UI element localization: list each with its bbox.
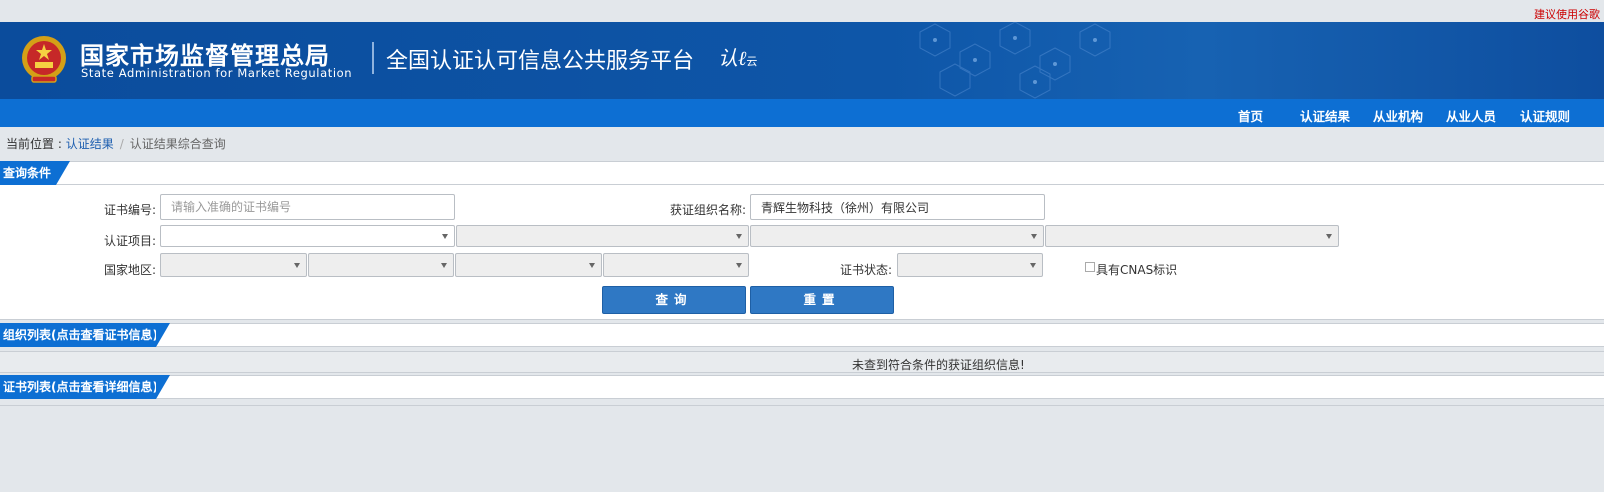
nav-item-cert-results[interactable]: 认证结果 (1300, 106, 1350, 125)
cert-no-label: 证书编号: (104, 203, 157, 217)
chevron-down-icon (294, 263, 300, 268)
region-label: 国家地区: (104, 263, 157, 277)
region-select-4[interactable] (603, 253, 749, 277)
chevron-down-icon (1031, 234, 1037, 239)
nav-item-personnel[interactable]: 从业人员 (1446, 106, 1496, 125)
region-select-1[interactable] (160, 253, 307, 277)
cnas-label: 具有CNAS标识 (1096, 263, 1178, 277)
cert-project-select-2[interactable] (456, 225, 749, 247)
chevron-down-icon (1030, 263, 1036, 268)
org-list-empty: 未查到符合条件的获证组织信息! (0, 351, 1604, 373)
cert-status-select[interactable] (897, 253, 1043, 277)
cert-list-title: 证书列表(点击查看详细信息) (0, 375, 170, 399)
cnas-checkbox[interactable] (1085, 262, 1095, 272)
header-divider (372, 42, 374, 74)
chevron-down-icon (736, 234, 742, 239)
breadcrumb-prefix: 当前位置 : (6, 137, 66, 151)
cert-status-label: 证书状态: (840, 263, 893, 277)
region-select-2[interactable] (308, 253, 454, 277)
breadcrumb-link-cert-results[interactable]: 认证结果 (66, 137, 114, 151)
search-button[interactable]: 查询 (602, 286, 746, 314)
org-name-label: 获证组织名称: (670, 203, 747, 217)
divider (0, 319, 1604, 320)
cert-project-select-1[interactable] (160, 225, 455, 247)
chevron-down-icon (589, 263, 595, 268)
nav-item-cert-rules[interactable]: 认证规则 (1520, 106, 1570, 125)
site-header: 国家市场监督管理总局 State Administration for Mark… (0, 22, 1604, 99)
hexagon-pattern-decoration (919, 22, 1111, 99)
org-name-input[interactable] (750, 194, 1045, 220)
divider (0, 405, 1604, 406)
breadcrumb: 当前位置 : 认证结果 / 认证结果综合查询 (6, 135, 226, 152)
cert-project-label: 认证项目: (104, 234, 157, 248)
cert-list-header: 证书列表(点击查看详细信息) (0, 375, 1604, 399)
org-list-title: 组织列表(点击查看证书信息) (0, 323, 170, 347)
renzheng-cloud-logo: 认ℓ云 (718, 46, 758, 70)
cert-project-select-4[interactable] (1045, 225, 1339, 247)
breadcrumb-separator: / (119, 137, 124, 151)
chevron-down-icon (736, 263, 742, 268)
platform-title: 全国认证认可信息公共服务平台 (386, 49, 695, 74)
national-emblem-icon (22, 36, 66, 83)
reset-button[interactable]: 重置 (750, 286, 894, 314)
cert-no-input[interactable] (160, 194, 455, 220)
logo-text: 认 (718, 46, 738, 70)
browser-notice: 建议使用谷歌 (1534, 8, 1600, 21)
chevron-down-icon (1326, 234, 1332, 239)
main-nav: 首页 认证结果 从业机构 从业人员 认证规则 (0, 99, 1604, 127)
cert-project-select-3[interactable] (750, 225, 1044, 247)
top-notice-bar: 建议使用谷歌 (0, 0, 1604, 22)
query-section-header: 查询条件 (0, 161, 1604, 185)
breadcrumb-current: 认证结果综合查询 (129, 137, 226, 151)
chevron-down-icon (442, 234, 448, 239)
logo-sub-text: 云 (746, 55, 758, 68)
nav-item-home[interactable]: 首页 (1238, 106, 1263, 125)
chevron-down-icon (441, 263, 447, 268)
org-list-header: 组织列表(点击查看证书信息) (0, 323, 1604, 347)
region-select-3[interactable] (455, 253, 602, 277)
nav-item-institutions[interactable]: 从业机构 (1373, 106, 1423, 125)
org-list-empty-message: 未查到符合条件的获证组织信息! (852, 358, 1025, 372)
query-section-title: 查询条件 (0, 161, 70, 185)
agency-name-en: State Administration for Market Regulati… (81, 66, 353, 80)
